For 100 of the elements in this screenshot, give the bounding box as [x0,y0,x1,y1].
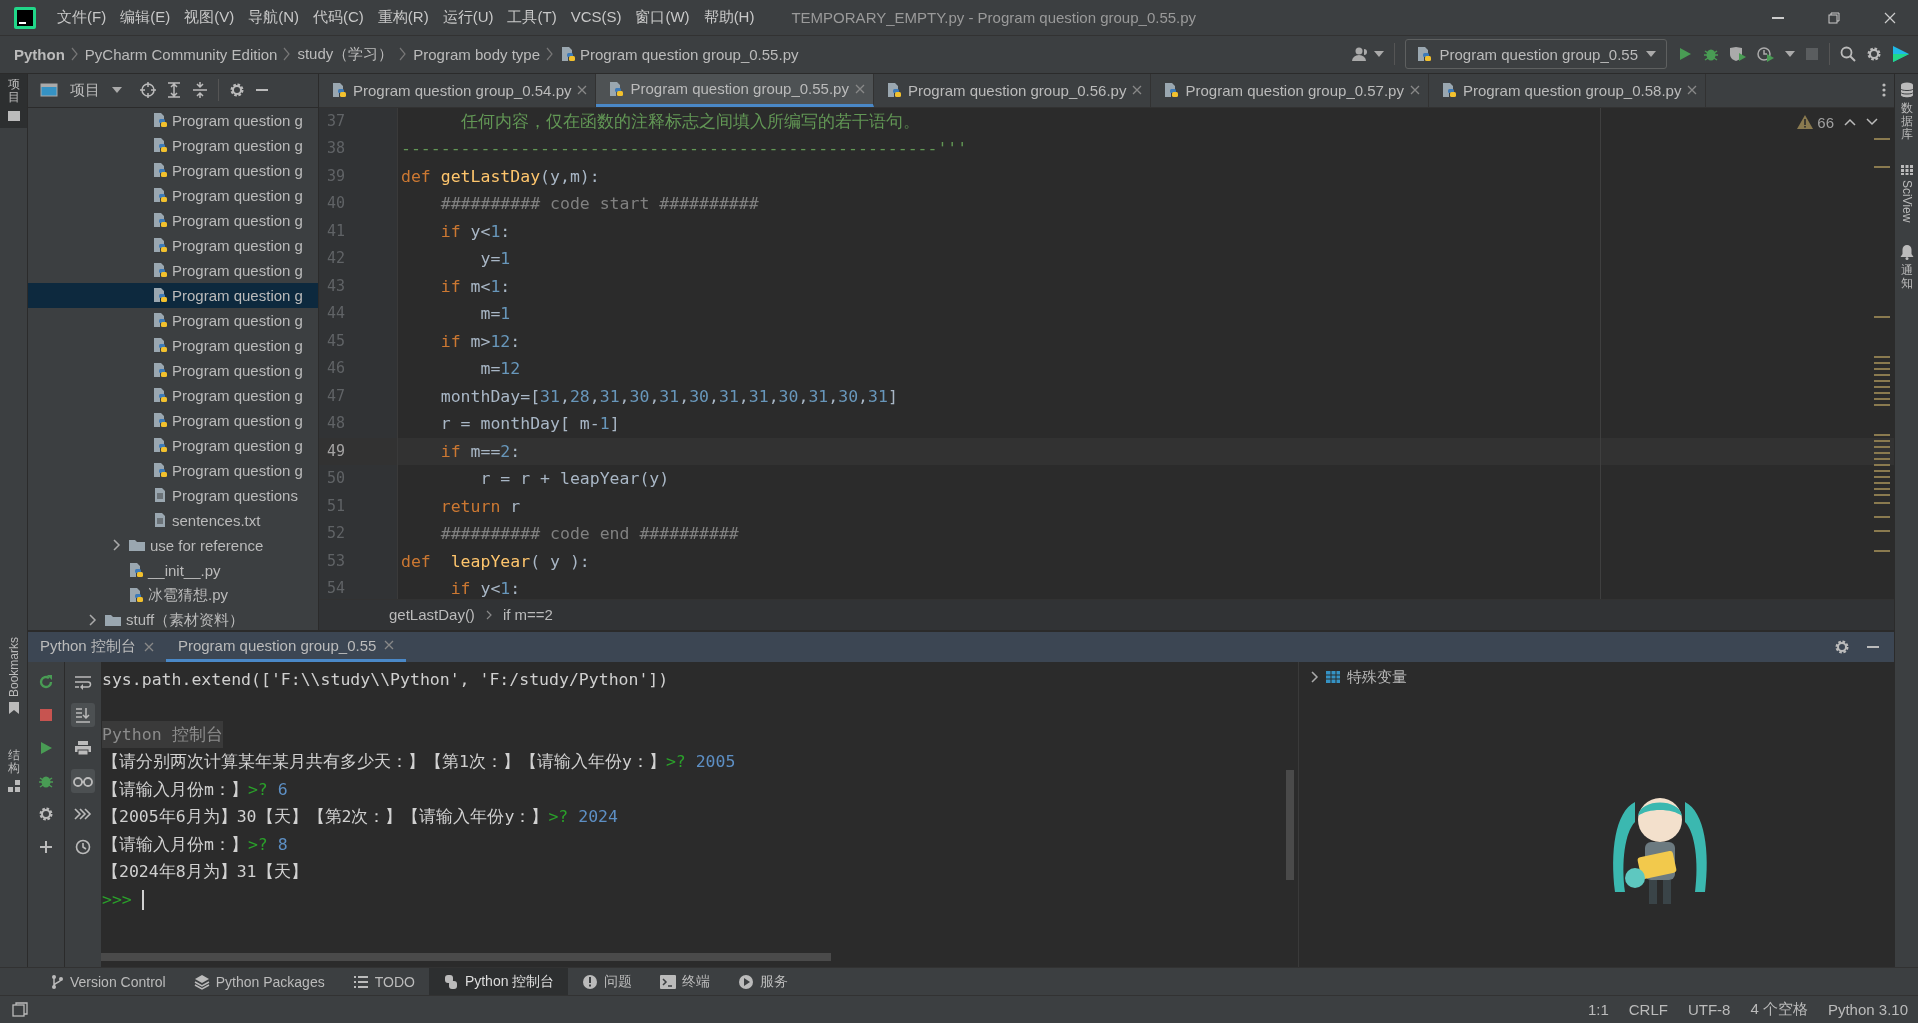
tree-item[interactable]: Program question g [28,257,318,283]
tree-item[interactable]: Program question g [28,382,318,408]
tree-item[interactable]: __init__.py [28,557,318,583]
tool-window-button[interactable]: Bookmarks [0,632,27,719]
previous-icon[interactable] [1844,118,1856,127]
settings-icon[interactable] [1866,46,1882,63]
status-item[interactable]: Python 3.10 [1817,1001,1918,1018]
shield-run-icon[interactable] [1729,46,1747,63]
add-icon[interactable] [39,839,53,854]
clock-run-icon[interactable] [1757,46,1775,63]
close-icon[interactable] [384,640,395,651]
tree-item[interactable]: Program question g [28,457,318,483]
warning-count[interactable]: 66 [1797,113,1834,131]
menu-item[interactable]: VCS(S) [563,8,629,27]
tree-item[interactable]: Program question g [28,357,318,383]
settings-icon[interactable] [229,82,245,99]
chevrons-icon[interactable] [74,806,92,821]
toolbox-icon[interactable] [1892,45,1910,64]
editor-tab[interactable]: Program question group_0.55.py [596,73,874,107]
tree-item[interactable]: stuff（素材资料） [28,607,318,630]
layout-icon[interactable] [12,1001,28,1018]
close-icon[interactable] [143,641,154,652]
editor-tab[interactable]: Program question group_0.57.py [1151,73,1429,107]
tree-item[interactable]: Program question g [28,432,318,458]
tool-tab[interactable]: TODO [338,968,429,996]
search-icon[interactable] [1840,46,1856,63]
status-item[interactable]: CRLF [1618,1001,1678,1018]
status-item[interactable]: 4 个空格 [1740,1000,1818,1019]
breadcrumb-item[interactable]: if m==2 [502,606,553,624]
tree-item[interactable]: sentences.txt [28,507,318,533]
console-tab[interactable]: Python 控制台 [28,631,166,662]
crosshair-icon[interactable] [140,82,156,99]
collapse-all-icon[interactable] [192,82,208,99]
tool-window-button[interactable]: 项目 [0,73,27,129]
breadcrumb-item[interactable]: study（学习） [297,45,394,64]
rerun-icon[interactable] [37,672,55,691]
scrollbar[interactable] [1286,769,1294,880]
tool-window-button[interactable]: 结构 [0,744,27,798]
tree-item[interactable]: Program question g [28,132,318,158]
tree-item[interactable]: use for reference [28,532,318,558]
status-item[interactable]: UTF-8 [1677,1001,1741,1018]
project-view-dropdown[interactable]: 项目 [40,80,122,100]
close-icon[interactable] [577,85,588,96]
tool-tab[interactable]: 服务 [724,968,803,996]
breadcrumb-item[interactable]: Python [14,46,65,63]
tree-item[interactable]: Program question g [28,407,318,433]
variables-item[interactable]: 特殊变量 [1299,661,1894,693]
tool-window-button[interactable]: 数据库 [1895,77,1918,146]
settings-icon[interactable] [1834,638,1850,655]
tool-window-button[interactable]: SciView [1895,159,1918,226]
menu-item[interactable]: 工具(T) [500,8,564,27]
tool-tab[interactable]: 终端 [646,968,725,996]
tool-tab[interactable]: Python 控制台 [428,968,569,996]
run-icon[interactable] [1677,46,1693,63]
menu-item[interactable]: 窗口(W) [628,8,697,27]
scrollbar[interactable] [101,953,831,962]
breadcrumb-item[interactable]: PyCharm Community Edition [84,46,278,63]
next-icon[interactable] [1866,118,1878,127]
status-item[interactable]: 1:1 [1577,1001,1619,1018]
tool-tab[interactable]: 问题 [568,968,647,996]
close-icon[interactable] [1409,85,1420,96]
breadcrumb-item[interactable]: getLastDay() [389,606,475,624]
caret-icon[interactable] [1785,51,1795,58]
settings-icon[interactable] [38,805,54,822]
menu-item[interactable]: 视图(V) [177,8,242,27]
printer-icon[interactable] [74,739,92,756]
tool-tab[interactable]: Python Packages [179,968,339,996]
run-config-dropdown[interactable]: Program question group_0.55 [1404,39,1667,70]
close-icon[interactable] [1132,85,1143,96]
tree-item[interactable]: Program question g [28,107,318,133]
more-icon[interactable] [1882,82,1886,99]
menu-item[interactable]: 导航(N) [241,8,306,27]
close-icon[interactable] [1687,85,1698,96]
tool-window-button[interactable]: 通知 [1895,240,1918,295]
tree-item[interactable]: Program question g [28,157,318,183]
tree-item[interactable]: Program question g [28,332,318,358]
menu-item[interactable]: 文件(F) [50,8,114,27]
expand-all-icon[interactable] [166,82,182,99]
breadcrumb-item[interactable]: Program body type [413,46,540,63]
tree-item[interactable]: Program questions [28,482,318,508]
user-button[interactable] [1351,46,1384,63]
tree-item[interactable]: Program question g [28,307,318,333]
menu-item[interactable]: 运行(U) [435,8,501,27]
editor-tab[interactable]: Program question group_0.58.py [1428,73,1707,107]
menu-item[interactable]: 编辑(E) [113,8,178,27]
scroll-to-end-icon[interactable] [75,706,91,723]
menu-item[interactable]: 重构(R) [370,8,436,27]
console-tab[interactable]: Program question group_0.55 [165,631,407,662]
glasses-icon[interactable] [73,774,93,787]
breadcrumb-item[interactable]: Program question group_0.55.py [560,46,799,63]
tree-item[interactable]: Program question g [28,207,318,233]
editor-tab[interactable]: Program question group_0.56.py [873,73,1152,107]
history-icon[interactable] [75,838,91,855]
run-icon[interactable] [38,739,54,756]
menu-item[interactable]: 帮助(H) [696,8,762,27]
tree-item[interactable]: 冰雹猜想.py [28,582,318,608]
stop-icon[interactable] [38,706,54,723]
tool-tab[interactable]: Version Control [36,968,180,996]
tree-item[interactable]: Program question g [28,282,318,308]
tree-item[interactable]: Program question g [28,182,318,208]
